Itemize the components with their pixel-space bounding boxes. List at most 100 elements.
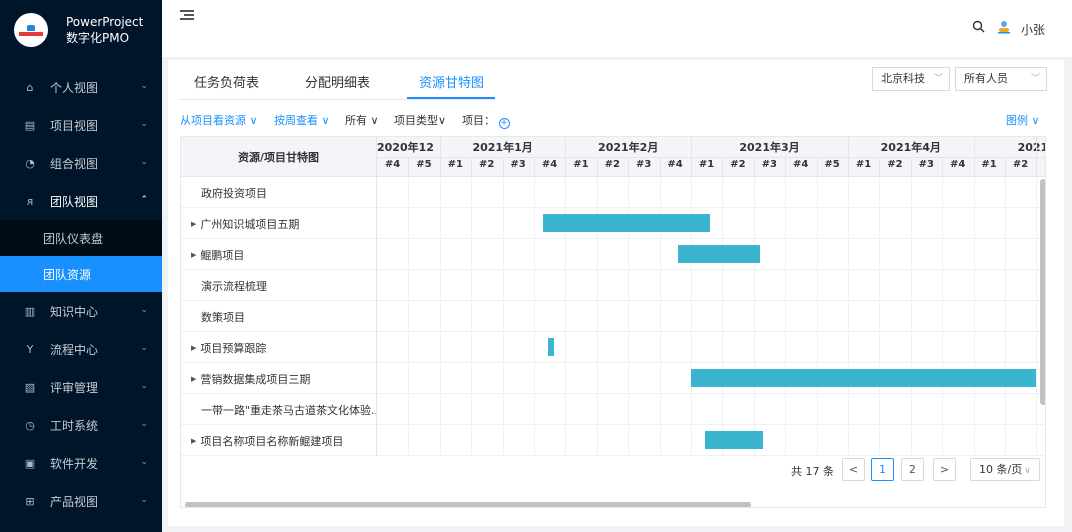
week-label: #3 xyxy=(510,159,526,170)
grid-line xyxy=(753,177,755,208)
page-1-button[interactable]: 1 xyxy=(871,458,894,481)
sidebar-item-label: 流程中心 xyxy=(50,342,99,357)
gantt-row-label[interactable]: 营销数据集成项目三期 xyxy=(181,363,377,394)
gantt-row-label[interactable]: 鲲鹏项目 xyxy=(181,239,377,270)
grid-line xyxy=(753,270,755,301)
company-select[interactable]: 北京科技 ﹀ xyxy=(872,67,950,91)
people-select-value: 所有人员 xyxy=(964,72,1008,85)
sidebar-item[interactable]: ⌂ 个人视图 ⌄ xyxy=(0,68,162,106)
grid-line xyxy=(816,270,818,301)
vertical-scrollbar[interactable] xyxy=(1039,177,1045,499)
gantt-bar[interactable] xyxy=(678,245,761,263)
week-label: #2 xyxy=(887,159,903,170)
grid-line xyxy=(785,332,787,363)
gantt-bar[interactable] xyxy=(548,338,555,356)
tab-task-load[interactable]: 任务负荷表 xyxy=(194,72,259,91)
grid-line xyxy=(502,363,504,394)
tab-resource-gantt[interactable]: 资源甘特图 xyxy=(419,72,484,91)
gantt-bar[interactable] xyxy=(705,431,764,449)
grid-line xyxy=(565,177,567,208)
sidebar-item[interactable]: ▤ 项目视图 ⌄ xyxy=(0,106,162,144)
sidebar-subitem[interactable]: 团队资源 xyxy=(0,256,162,292)
grid-line xyxy=(502,177,504,208)
gantt-row-label[interactable]: 项目名称项目名称新鲲建项目 xyxy=(181,425,377,456)
period-dropdown[interactable]: 按周查看 ∨ xyxy=(274,112,330,128)
view-by-dropdown[interactable]: 从项目看资源 ∨ xyxy=(180,112,258,128)
grid-line xyxy=(596,332,598,363)
grid-line xyxy=(534,177,535,208)
week-label: #4 xyxy=(384,159,401,170)
project-filter[interactable]: 项目： + xyxy=(462,112,510,129)
sidebar-item[interactable]: ᴙ 团队视图 ⌃ xyxy=(0,182,162,220)
grid-line xyxy=(628,301,630,332)
grid-line xyxy=(471,270,473,301)
grid-line xyxy=(534,394,535,425)
gantt-row-label: 演示流程梳理 xyxy=(181,270,377,301)
sidebar-subitem[interactable]: 团队仪表盘 xyxy=(0,220,162,256)
sidebar-item-label: 评审管理 xyxy=(50,380,99,395)
grid-line xyxy=(471,208,473,239)
code-icon: ▣ xyxy=(24,456,36,470)
chevron-down-icon: ⌄ xyxy=(140,419,148,429)
sidebar-item[interactable]: ▧ 评审管理 ⌄ xyxy=(0,368,162,406)
chevron-down-icon: ﹀ xyxy=(933,74,943,84)
tab-allocation-detail[interactable]: 分配明细表 xyxy=(305,72,370,91)
active-tab-indicator xyxy=(407,97,495,99)
grid-line xyxy=(502,332,504,363)
sidebar-item[interactable]: Y 流程中心 ⌄ xyxy=(0,330,162,368)
gantt-row: 数策项目 xyxy=(181,301,1045,332)
grid-line xyxy=(816,332,818,363)
grid-line xyxy=(408,394,410,425)
sidebar-item[interactable]: ⊞ 产品视图 ⌄ xyxy=(0,482,162,520)
gantt-row: 一带一路"重走茶马古道茶文化体验... xyxy=(181,394,1045,425)
gantt-bar[interactable] xyxy=(691,369,1037,387)
next-page-button[interactable]: > xyxy=(933,458,956,481)
grid-line xyxy=(942,270,944,301)
dashboard-icon: ◔ xyxy=(25,156,35,170)
grid-line xyxy=(471,363,473,394)
week-label: #1 xyxy=(698,159,715,170)
user-avatar-icon[interactable] xyxy=(997,20,1011,34)
gantt-bar[interactable] xyxy=(543,214,710,232)
sidebar-item[interactable]: ◔ 组合视图 ⌄ xyxy=(0,144,162,182)
grid-line xyxy=(1036,270,1038,301)
page-size-select[interactable]: 10 条/页 ∨ xyxy=(970,458,1040,481)
page-2-button[interactable]: 2 xyxy=(901,458,924,481)
grid-line xyxy=(722,332,724,363)
grid-line xyxy=(910,177,912,208)
add-project-icon[interactable]: + xyxy=(498,118,510,129)
grid-line xyxy=(942,177,944,208)
company-select-value: 北京科技 xyxy=(881,72,925,85)
grid-line xyxy=(722,270,724,301)
gantt-row-label[interactable]: 项目预算跟踪 xyxy=(181,332,377,363)
gantt-row: 鲲鹏项目 xyxy=(181,239,1045,270)
gantt-row-label[interactable]: 广州知识城项目五期 xyxy=(181,208,377,239)
prev-page-button[interactable]: < xyxy=(842,458,865,481)
sidebar-item[interactable]: ▣ 软件开发 ⌄ xyxy=(0,444,162,482)
search-icon[interactable] xyxy=(972,20,985,37)
legend-toggle[interactable]: 图例 ∨ xyxy=(1006,112,1040,128)
people-select[interactable]: 所有人员 ﹀ xyxy=(955,67,1047,91)
user-name[interactable]: 小张 xyxy=(1021,21,1045,38)
horizontal-scrollbar[interactable] xyxy=(181,500,1045,507)
logo[interactable]: PowerProject 数字化PMO xyxy=(0,0,162,60)
grid-line xyxy=(439,270,441,301)
grid-line xyxy=(596,270,598,301)
grid-line xyxy=(439,332,441,363)
vertical-scroll-thumb[interactable] xyxy=(1040,179,1045,405)
week-label: #3 xyxy=(918,159,934,170)
grid-line xyxy=(439,425,441,456)
week-label: #5 xyxy=(416,159,432,170)
horizontal-scroll-thumb[interactable] xyxy=(185,502,751,507)
scope-dropdown[interactable]: 所有 ∨ xyxy=(345,112,379,128)
menu-toggle-icon[interactable] xyxy=(180,10,194,22)
project-type-dropdown[interactable]: 项目类型∨ xyxy=(394,112,446,128)
sidebar-item[interactable]: ▥ 知识中心 ⌄ xyxy=(0,292,162,330)
sidebar-item[interactable]: ◷ 工时系统 ⌄ xyxy=(0,406,162,444)
timeline-divider xyxy=(377,157,1045,158)
grid-line xyxy=(973,301,975,332)
grid-line xyxy=(439,363,441,394)
grid-line xyxy=(942,394,944,425)
grid-line xyxy=(816,177,818,208)
grid-line xyxy=(910,208,912,239)
